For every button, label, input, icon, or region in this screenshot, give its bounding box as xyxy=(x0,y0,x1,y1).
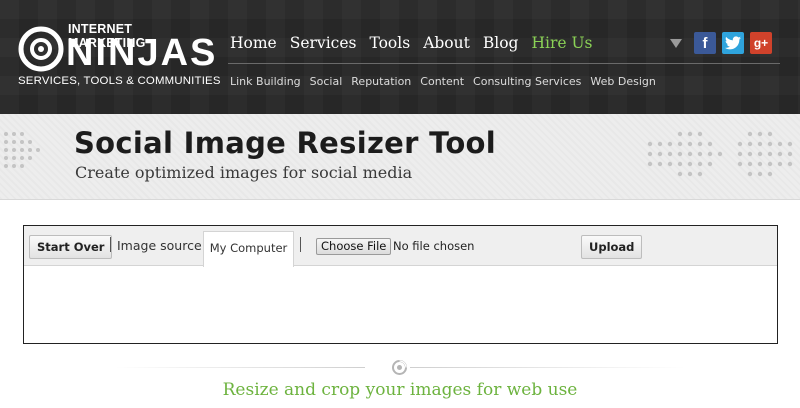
subnav-web-design[interactable]: Web Design xyxy=(590,74,655,90)
image-source-label: Image source: xyxy=(117,238,206,253)
start-over-button[interactable]: Start Over xyxy=(29,235,113,259)
choose-file-button[interactable]: Choose File xyxy=(316,238,392,255)
twitter-bird-glyph xyxy=(725,36,741,50)
toolbar-separator xyxy=(110,237,111,252)
main-nav: Home Services Tools About Blog Hire Us xyxy=(230,33,592,53)
page-title: Social Image Resizer Tool xyxy=(74,126,497,160)
section-divider-right xyxy=(410,367,685,368)
subnav-reputation[interactable]: Reputation xyxy=(351,74,411,90)
page-banner: Social Image Resizer Tool Create optimiz… xyxy=(0,114,800,200)
resizer-tool-panel: Start Over Image source: My Computer Cho… xyxy=(23,225,778,344)
logo-sub-text: SERVICES, TOOLS & COMMUNITIES xyxy=(18,75,221,87)
file-status-text: No file chosen xyxy=(393,239,475,253)
page-subtitle: Create optimized images for social media xyxy=(75,163,413,182)
nav-about[interactable]: About xyxy=(423,33,470,53)
upload-button[interactable]: Upload xyxy=(581,235,643,259)
decorative-dots-left xyxy=(4,132,40,168)
subnav-consulting-services[interactable]: Consulting Services xyxy=(473,74,581,90)
swirl-logo-icon xyxy=(18,26,64,72)
swirl-icon xyxy=(392,360,407,375)
tab-my-computer[interactable]: My Computer xyxy=(203,231,294,267)
sub-nav: Link Building Social Reputation Content … xyxy=(230,74,656,90)
twitter-icon[interactable] xyxy=(722,32,744,54)
logo-main-text: NINJAS xyxy=(66,32,218,74)
site-header: INTERNET MARKETING NINJAS SERVICES, TOOL… xyxy=(0,0,800,114)
nav-home[interactable]: Home xyxy=(230,33,277,53)
google-plus-icon[interactable]: g+ xyxy=(750,32,772,54)
image-work-area[interactable] xyxy=(24,267,777,343)
social-links: f g+ xyxy=(670,32,772,54)
nav-hire-us[interactable]: Hire Us xyxy=(531,33,592,53)
tool-toolbar: Start Over Image source: My Computer Cho… xyxy=(24,226,777,267)
nav-blog[interactable]: Blog xyxy=(483,33,519,53)
site-logo[interactable]: INTERNET MARKETING NINJAS SERVICES, TOOL… xyxy=(18,22,220,92)
toolbar-separator xyxy=(300,237,301,252)
caret-down-icon[interactable] xyxy=(670,38,682,48)
facebook-icon[interactable]: f xyxy=(694,32,716,54)
nav-tools[interactable]: Tools xyxy=(369,33,410,53)
subnav-content[interactable]: Content xyxy=(420,74,464,90)
nav-divider xyxy=(228,63,780,64)
section-divider-left xyxy=(115,367,365,368)
subnav-social[interactable]: Social xyxy=(310,74,343,90)
subnav-link-building[interactable]: Link Building xyxy=(230,74,301,90)
decorative-dots-right xyxy=(647,131,793,177)
nav-services[interactable]: Services xyxy=(290,33,357,53)
section-tagline: Resize and crop your images for web use xyxy=(222,380,578,400)
